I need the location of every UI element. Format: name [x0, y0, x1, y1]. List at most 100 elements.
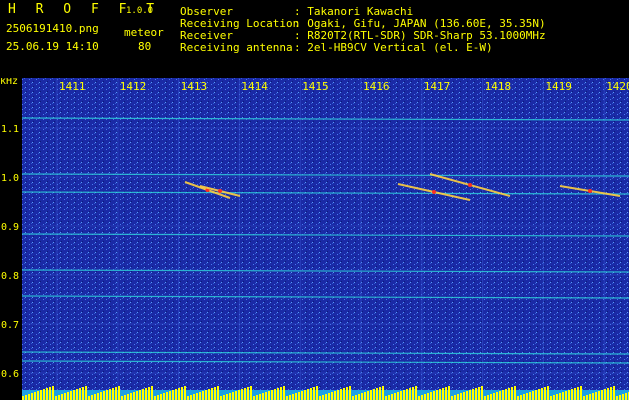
- signal-sample: [430, 392, 432, 400]
- signal-sample: [529, 392, 531, 400]
- signal-sample: [625, 393, 627, 400]
- signal-sample: [112, 388, 114, 400]
- signal-sample: [25, 395, 27, 400]
- signal-sample: [391, 394, 393, 400]
- signal-sample: [52, 386, 54, 400]
- signal-sample: [562, 392, 564, 400]
- time-tick-label: 1411: [59, 80, 86, 93]
- signal-sample: [271, 390, 273, 400]
- signal-sample: [409, 388, 411, 400]
- signal-sample: [214, 387, 216, 400]
- signal-sample: [166, 392, 168, 400]
- signal-sample: [256, 395, 258, 400]
- signal-sample: [346, 387, 348, 400]
- signal-sample: [619, 395, 621, 400]
- signal-sample: [472, 389, 474, 400]
- signal-sample: [142, 389, 144, 400]
- signal-sample: [223, 395, 225, 400]
- signal-sample: [70, 391, 72, 400]
- signal-sample: [244, 388, 246, 400]
- signal-sample: [292, 394, 294, 400]
- signal-sample: [394, 393, 396, 400]
- signal-sample: [532, 391, 534, 400]
- signal-sample: [259, 394, 261, 400]
- signal-sample: [217, 386, 219, 400]
- signal-sample: [319, 396, 321, 400]
- signal-sample: [334, 391, 336, 400]
- signal-sample: [457, 394, 459, 400]
- count: 80: [138, 40, 152, 53]
- signal-sample: [352, 396, 354, 400]
- meteor-head: [432, 190, 436, 194]
- signal-sample: [400, 391, 402, 400]
- signal-sample: [385, 396, 387, 400]
- signal-sample: [175, 389, 177, 400]
- signal-sample: [91, 395, 93, 400]
- signal-sample: [157, 395, 159, 400]
- signal-sample: [106, 390, 108, 400]
- signal-sample: [544, 387, 546, 400]
- signal-sample: [31, 393, 33, 400]
- time-tick-label: 1412: [120, 80, 147, 93]
- signal-sample: [28, 394, 30, 400]
- signal-sample: [202, 391, 204, 400]
- freq-tick-label: 0.8: [1, 271, 19, 282]
- signal-sample: [61, 394, 63, 400]
- time-tick-label: 1413: [181, 80, 208, 93]
- signal-sample: [571, 389, 573, 400]
- signal-sample: [199, 392, 201, 400]
- signal-sample: [283, 386, 285, 400]
- signal-sample: [151, 386, 153, 400]
- signal-sample: [139, 390, 141, 400]
- signal-sample: [622, 394, 624, 400]
- signal-sample: [349, 386, 351, 400]
- signal-sample: [46, 388, 48, 400]
- signal-sample: [181, 387, 183, 400]
- signal-sample: [568, 390, 570, 400]
- signal-sample: [133, 392, 135, 400]
- signal-sample: [448, 386, 450, 400]
- signal-sample: [310, 388, 312, 400]
- signal-sample: [307, 389, 309, 400]
- signal-sample: [397, 392, 399, 400]
- signal-sample: [592, 393, 594, 400]
- signal-sample: [298, 392, 300, 400]
- signal-sample: [550, 396, 552, 400]
- time-tick-label: 1414: [241, 80, 268, 93]
- signal-sample: [502, 390, 504, 400]
- signal-sample: [160, 394, 162, 400]
- time-tick-label: 1415: [302, 80, 329, 93]
- signal-sample: [64, 393, 66, 400]
- signal-sample: [574, 388, 576, 400]
- signal-sample: [556, 394, 558, 400]
- signal-sample: [226, 394, 228, 400]
- signal-sample: [103, 391, 105, 400]
- frequency-ticks: 1.1 1.0 0.9 0.8 0.7 0.6: [1, 124, 19, 380]
- signal-sample: [565, 391, 567, 400]
- signal-sample: [265, 392, 267, 400]
- signal-sample: [82, 387, 84, 400]
- filename: 2506191410.png: [6, 22, 99, 35]
- signal-sample: [388, 395, 390, 400]
- signal-sample: [79, 388, 81, 400]
- signal-sample: [343, 388, 345, 400]
- signal-sample: [238, 390, 240, 400]
- signal-sample: [436, 390, 438, 400]
- signal-sample: [316, 386, 318, 400]
- signal-sample: [607, 388, 609, 400]
- signal-sample: [361, 393, 363, 400]
- signal-sample: [313, 387, 315, 400]
- signal-sample: [124, 395, 126, 400]
- signal-sample: [220, 396, 222, 400]
- signal-sample: [589, 394, 591, 400]
- signal-sample: [379, 387, 381, 400]
- signal-sample: [205, 390, 207, 400]
- signal-sample: [382, 386, 384, 400]
- signal-sample: [88, 396, 90, 400]
- signal-sample: [127, 394, 129, 400]
- signal-sample: [355, 395, 357, 400]
- signal-sample: [118, 386, 120, 400]
- signal-sample: [130, 393, 132, 400]
- signal-sample: [478, 387, 480, 400]
- signal-sample: [94, 394, 96, 400]
